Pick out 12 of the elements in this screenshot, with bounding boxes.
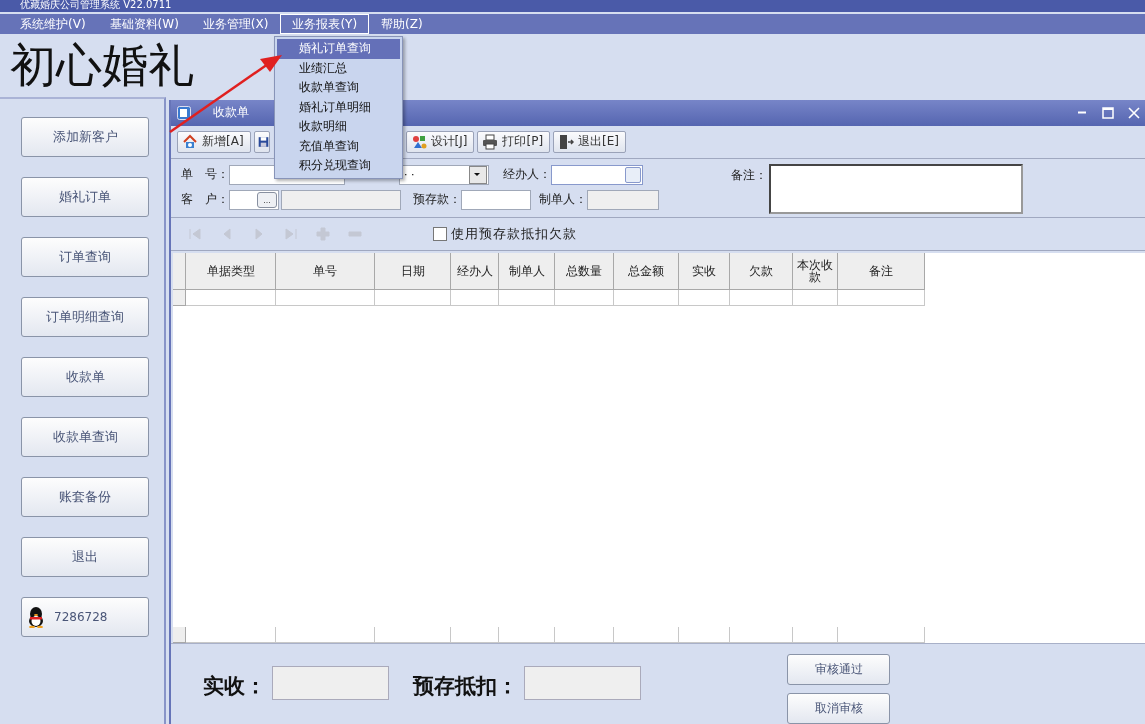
field-label: 备注：	[731, 167, 767, 184]
checkbox-label: 使用预存款抵扣欠款	[451, 224, 577, 243]
field-label: 经办人：	[503, 166, 551, 183]
field-label: 预存款：	[413, 191, 461, 208]
summary-label: 实收：	[203, 672, 266, 700]
window-title: 优藏婚庆公司管理系统 V22.0711	[0, 0, 1145, 12]
field-label: 客 户：	[181, 191, 229, 208]
field-label: 制单人：	[539, 191, 587, 208]
child-title: 收款单	[213, 104, 249, 122]
field-label: 单 号：	[181, 166, 229, 183]
summary-label: 预存抵扣：	[413, 672, 518, 700]
brand-title: 初心婚礼	[10, 36, 194, 94]
